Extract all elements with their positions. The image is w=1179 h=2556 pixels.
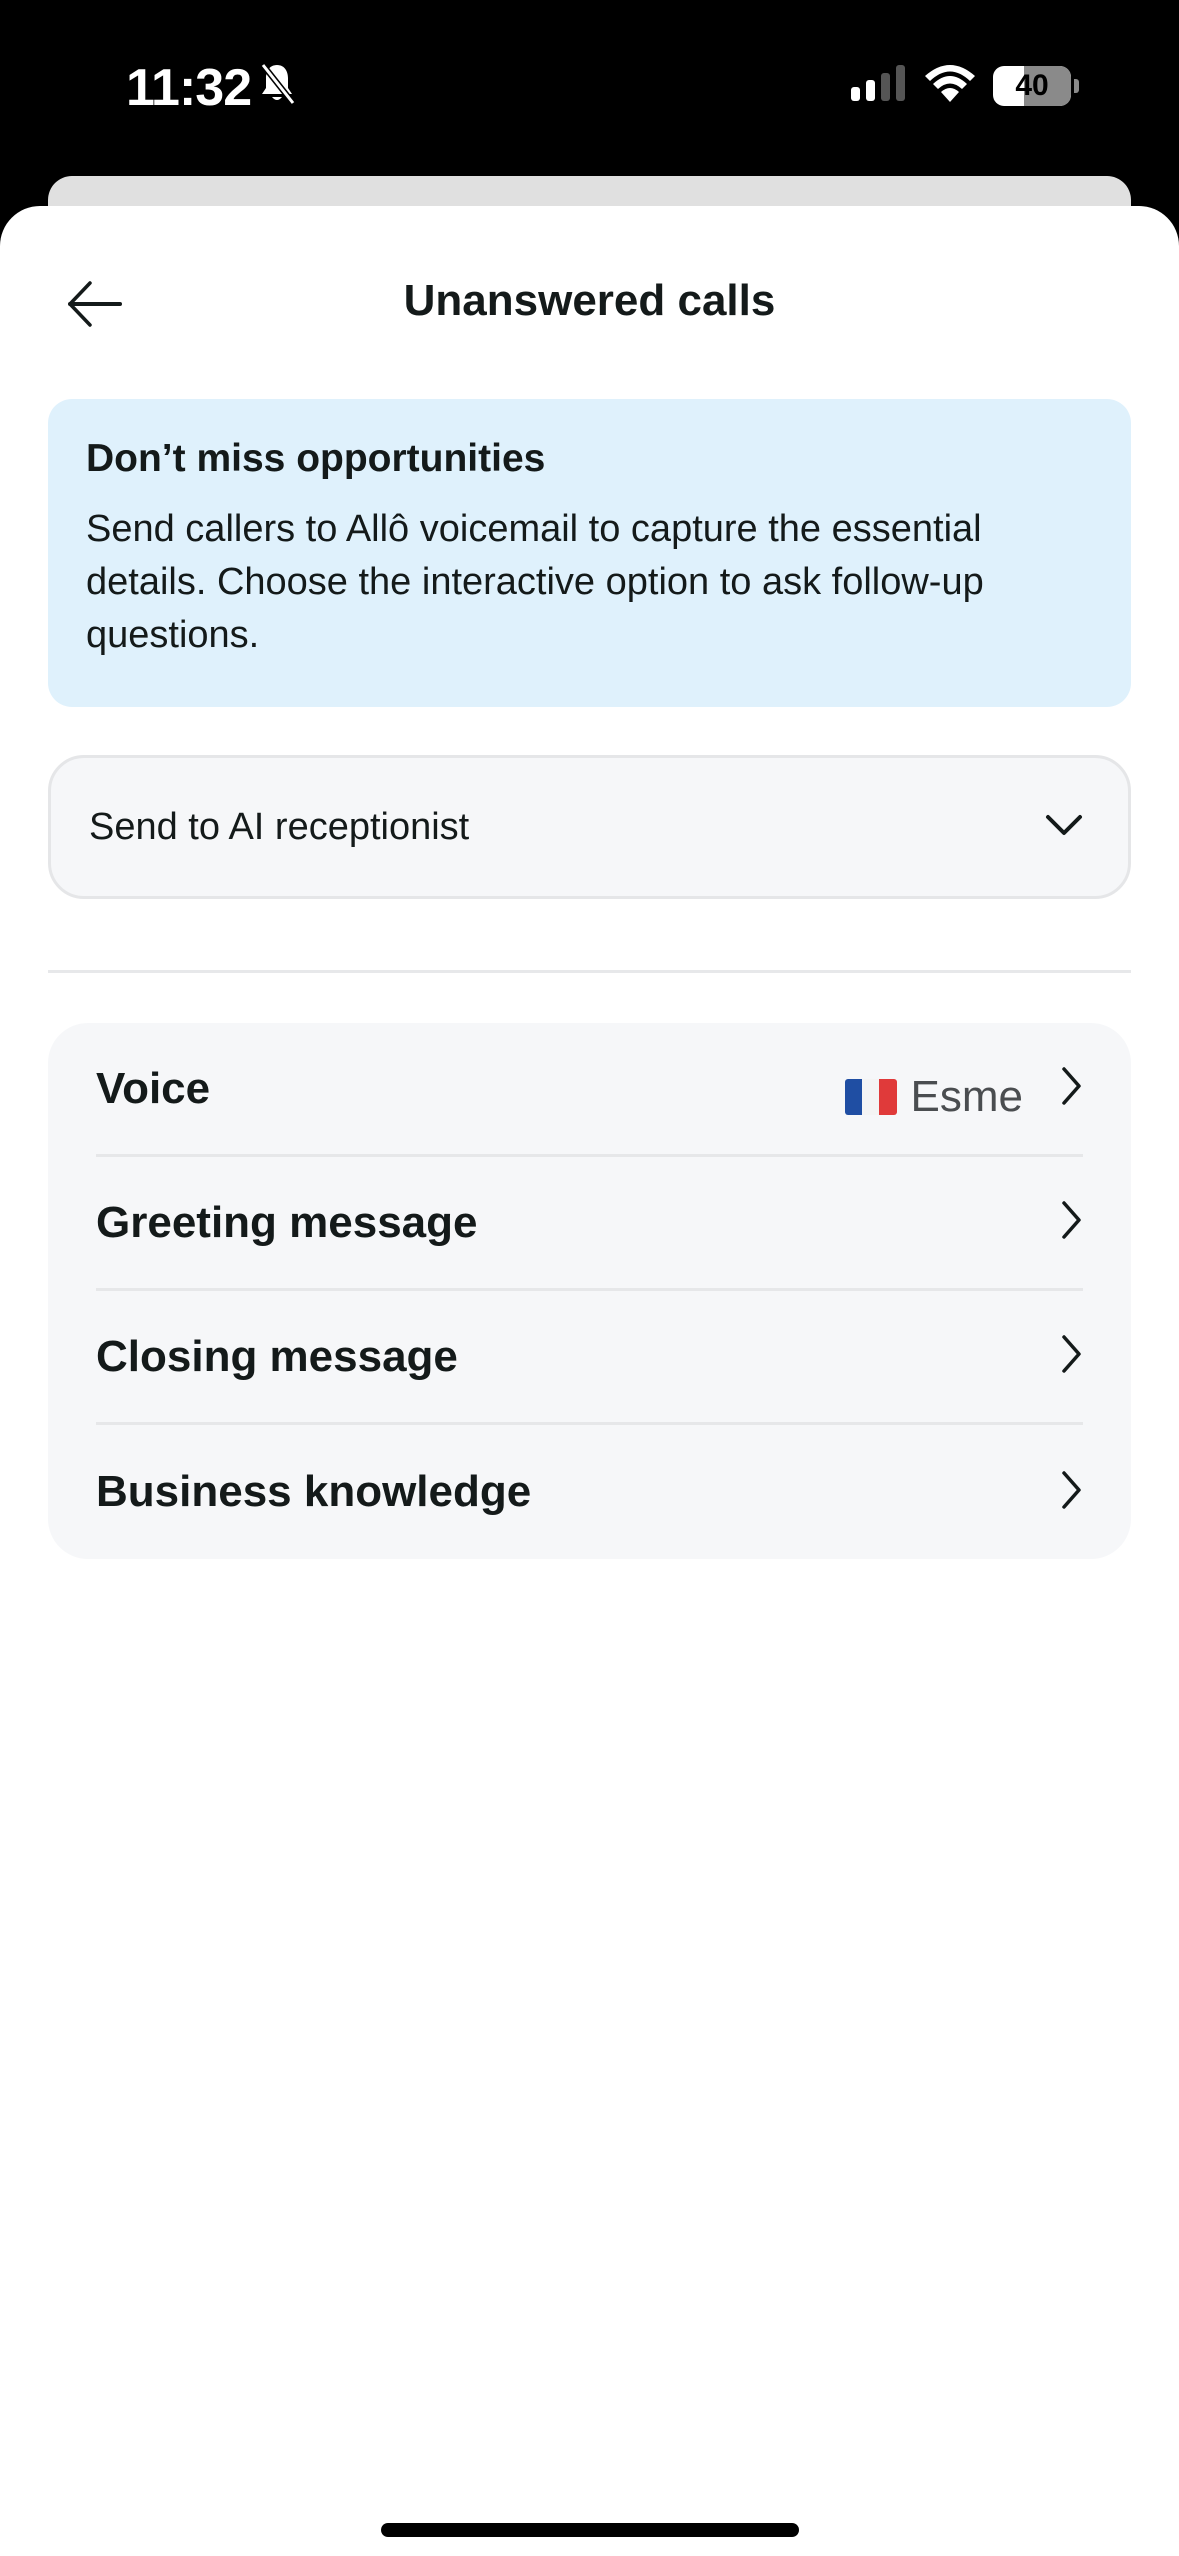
settings-item-label: Business knowledge: [96, 1467, 532, 1516]
settings-item-label: Greeting message: [96, 1197, 478, 1247]
status-time-group: 11:32: [126, 58, 297, 118]
settings-item-business-knowledge[interactable]: Business knowledge: [96, 1425, 1083, 1559]
info-card: Don’t miss opportunities Send callers to…: [48, 399, 1131, 707]
cellular-signal-icon: [851, 65, 907, 106]
battery-cap: [1074, 78, 1079, 93]
chevron-right-icon: [1059, 1470, 1083, 1515]
dropdown-selected-value: Send to AI receptionist: [89, 805, 470, 848]
battery-icon: 40: [993, 65, 1071, 106]
info-card-title: Don’t miss opportunities: [86, 437, 546, 480]
bell-slash-icon: [257, 58, 297, 118]
receptionist-settings-list: Voice Esme Greeting message Closing mess…: [48, 1023, 1131, 1559]
settings-item-voice[interactable]: Voice Esme: [96, 1023, 1083, 1157]
battery-level: 40: [1015, 68, 1049, 102]
chevron-down-icon: [1044, 812, 1084, 843]
chevron-right-icon: [1059, 1066, 1083, 1111]
info-card-body: Send callers to Allô voicemail to captur…: [86, 508, 984, 656]
chevron-right-icon: [1059, 1334, 1083, 1379]
status-time: 11:32: [126, 59, 252, 117]
section-divider: [48, 970, 1131, 973]
settings-item-label: Closing message: [96, 1331, 458, 1381]
modal-sheet: Unanswered calls Don’t miss opportunitie…: [0, 206, 1179, 2556]
home-indicator[interactable]: [381, 2523, 799, 2537]
navigation-header: Unanswered calls: [0, 206, 1179, 406]
status-indicators: 40: [851, 64, 1079, 107]
settings-item-greeting-message[interactable]: Greeting message: [96, 1157, 1083, 1291]
voice-name: Esme: [910, 1071, 1023, 1121]
status-bar: 11:32 40: [0, 0, 1179, 170]
wifi-icon: [925, 64, 975, 107]
settings-item-right: Esme: [844, 1056, 1083, 1122]
chevron-right-icon: [1059, 1200, 1083, 1245]
unanswered-calls-action-select[interactable]: Send to AI receptionist: [48, 755, 1131, 899]
page-title: Unanswered calls: [403, 276, 776, 325]
france-flag-icon: [844, 1078, 897, 1115]
voice-value: Esme: [844, 1071, 1023, 1122]
settings-item-label: Voice: [96, 1063, 211, 1113]
settings-item-closing-message[interactable]: Closing message: [96, 1291, 1083, 1425]
